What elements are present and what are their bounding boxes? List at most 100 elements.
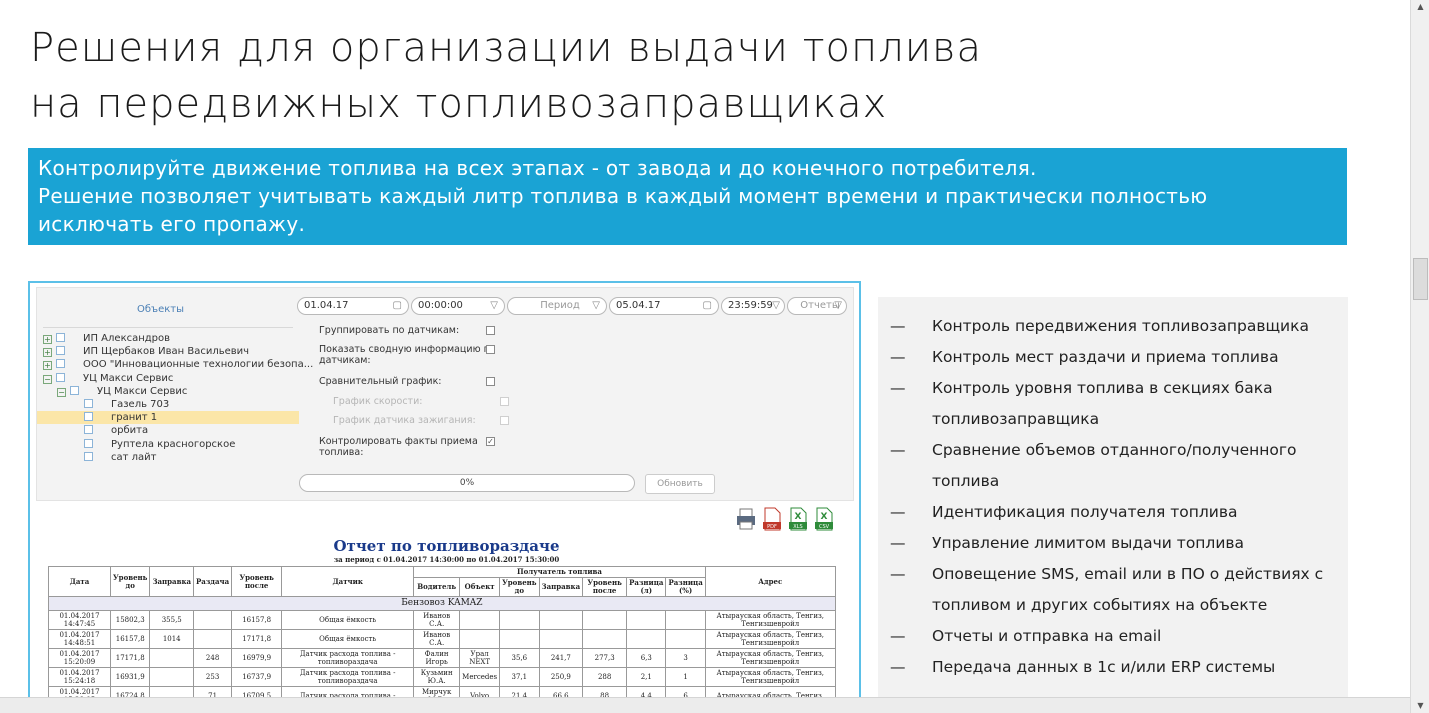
feature-item: — Сравнение объемов отданного/полученного… [890, 435, 1348, 497]
cell-object [459, 610, 501, 630]
tree-checkbox[interactable] [70, 385, 79, 395]
refresh-button[interactable]: Обновить [645, 474, 715, 494]
col-address: Адрес [704, 566, 836, 597]
cell-level-before: 15802,3 [109, 610, 151, 630]
time-from-field[interactable]: 00:00:00 ▽ [411, 297, 505, 315]
tree-checkbox[interactable] [84, 438, 93, 448]
expand-icon[interactable]: + [43, 361, 52, 371]
tree-checkbox[interactable] [56, 359, 65, 369]
progress-bar: 0% [299, 474, 635, 492]
cell-address: Атырауская область, Тенгиз, Тенгизшеврой… [704, 629, 836, 649]
tree-item[interactable]: − УЦ Макси Сервис [37, 372, 299, 385]
cell-address: Атырауская область, Тенгиз, Тенгизшеврой… [704, 648, 836, 668]
period-select[interactable]: Период ▽ [507, 297, 607, 315]
tree-item[interactable]: − УЦ Макси Сервис [37, 385, 299, 398]
tree-item[interactable]: + ИП Щербаков Иван Васильевич [37, 345, 299, 358]
option-speed-chart: График скорости: [333, 396, 423, 407]
cell-sensor: Общая ёмкость [281, 629, 415, 649]
tree-checkbox[interactable] [56, 346, 65, 356]
tree-checkbox[interactable] [84, 398, 93, 408]
reports-select[interactable]: Отчеты ▽ [787, 297, 847, 315]
pdf-icon[interactable]: PDF [762, 507, 782, 531]
tree-checkbox[interactable] [56, 372, 65, 382]
app-screenshot: Объекты + ИП Александров + ИП Щербаков Иван… [28, 281, 861, 706]
tree-item[interactable]: сат лайт [37, 451, 299, 464]
dash-bullet: — [890, 317, 906, 335]
tree-checkbox[interactable] [84, 451, 93, 461]
cell-diff-l: 2,1 [626, 667, 667, 687]
cell-refuel [149, 648, 195, 668]
tree-item[interactable]: орбита [37, 424, 299, 437]
collapse-icon[interactable]: − [43, 374, 52, 384]
expand-icon[interactable]: + [43, 335, 52, 344]
checkbox-group-by-sensor[interactable] [486, 326, 495, 335]
date-to-field[interactable]: 05.04.17 ▢ [609, 297, 719, 315]
dash-bullet: — [890, 534, 906, 552]
cell-dispense: 253 [193, 667, 233, 687]
csv-icon[interactable]: X CSV [814, 507, 834, 531]
dash-bullet: — [890, 658, 906, 676]
checkbox-compare-chart[interactable] [486, 377, 495, 386]
cell-r-level-before [499, 610, 540, 630]
print-icon[interactable] [736, 507, 756, 531]
chevron-down-icon: ▽ [592, 300, 600, 311]
cell-diff-l: 6,3 [626, 648, 667, 668]
tree-item-label: Руптела красногорское [111, 438, 236, 450]
scroll-down-icon[interactable]: ▼ [1413, 699, 1428, 713]
feature-item: — Идентификация получателя топлива [890, 497, 1348, 528]
cell-r-refuel: 250,9 [538, 667, 584, 687]
feature-item: — Контроль уровня топлива в секциях бака … [890, 373, 1348, 435]
cell-driver: Кузьмин Ю.А. [413, 667, 461, 687]
table-row: 01.04.2017 14:47:45 15802,3 355,5 16157,8 Об… [48, 610, 836, 630]
chevron-down-icon: ▽ [772, 300, 780, 311]
features-list: — Контроль передвижения топливозаправщика… [890, 311, 1348, 683]
cell-r-refuel [538, 610, 584, 630]
dash-bullet: — [890, 379, 906, 397]
option-group-by-sensor: Группировать по датчикам: [319, 325, 460, 336]
tree-item[interactable]: + ИП Александров [37, 332, 299, 345]
report-subtitle: за период с 01.04.2017 14:30:00 по 01.04… [333, 555, 560, 564]
tree-item[interactable]: Руптела красногорское [37, 438, 299, 451]
report-title: Отчет по топливораздаче [333, 537, 560, 555]
feature-text: Контроль передвижения топливозаправщика [932, 317, 1309, 335]
title-line-1: Решения для организации выдачи топлива [30, 25, 983, 71]
cell-date: 01.04.2017 14:47:45 [48, 610, 111, 630]
col-level-after: Уровень после [231, 566, 283, 597]
tree-item[interactable]: + ООО "Инновационные технологии безопа... [37, 358, 313, 371]
vertical-scrollbar[interactable]: ▲ ▼ [1410, 0, 1429, 713]
dash-bullet: — [890, 441, 906, 459]
tree-checkbox[interactable] [84, 412, 93, 422]
time-to-field[interactable]: 23:59:59 ▽ [721, 297, 785, 315]
cell-level-after: 17171,8 [231, 629, 283, 649]
cell-dispense [193, 610, 233, 630]
scrollbar-thumb[interactable] [1413, 258, 1428, 300]
xls-icon[interactable]: X XLS [788, 507, 808, 531]
cell-refuel: 1014 [149, 629, 195, 649]
info-banner: Контролируйте движение топлива на всех э… [28, 148, 1347, 245]
cell-sensor: Общая ёмкость [281, 610, 415, 630]
cell-r-level-after: 288 [582, 667, 628, 687]
feature-text: Контроль уровня топлива в секциях бака т… [932, 379, 1273, 428]
date-from-field[interactable]: 01.04.17 ▢ [297, 297, 409, 315]
tree-checkbox[interactable] [84, 425, 93, 435]
tree-item[interactable]: Газель 703 [37, 398, 299, 411]
cell-r-refuel [538, 629, 584, 649]
option-compare-chart: Сравнительный график: [319, 376, 442, 387]
tree-item[interactable]: гранит 1 [37, 411, 299, 425]
collapse-icon[interactable]: − [57, 387, 66, 397]
col-dispense: Раздача [193, 566, 233, 597]
svg-text:X: X [821, 512, 828, 522]
checkbox-control-receipt[interactable]: ✓ [486, 437, 495, 446]
table-row: 01.04.2017 15:24:18 16931,9 253 16737,9 Датч… [48, 667, 836, 687]
feature-text: Контроль мест раздачи и приема топлива [932, 348, 1279, 366]
tree-checkbox[interactable] [56, 333, 65, 342]
cell-sensor: Датчик расхода топлива - топливораздача [281, 667, 415, 687]
cell-r-level-after: 277,3 [582, 648, 628, 668]
group-row: Бензовоз KAMAZ [48, 596, 836, 611]
cell-diff-pct [665, 629, 706, 649]
scroll-up-icon[interactable]: ▲ [1413, 0, 1428, 14]
col-level-before: Уровень до [109, 566, 151, 597]
checkbox-summary[interactable] [486, 345, 495, 354]
tree-item-label: ИП Щербаков Иван Васильевич [83, 346, 250, 358]
expand-icon[interactable]: + [43, 348, 52, 358]
